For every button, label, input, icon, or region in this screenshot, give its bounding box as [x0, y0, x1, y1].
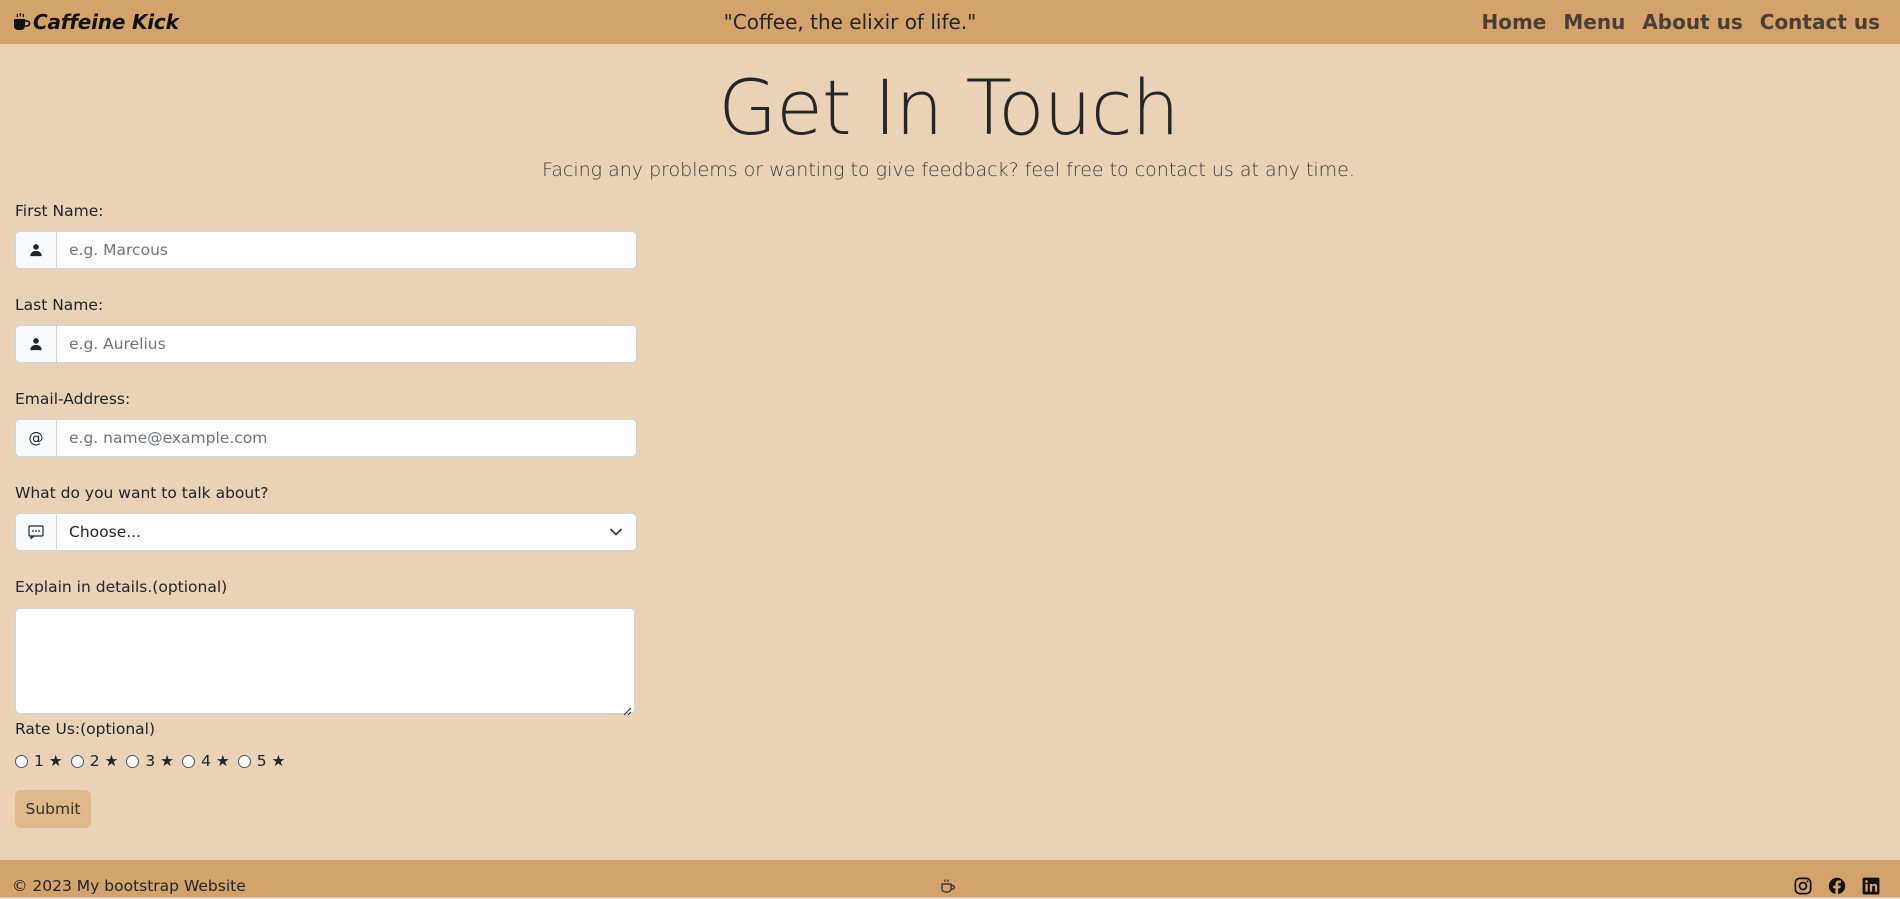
rating-option-label: 1 ★ — [34, 752, 63, 770]
linkedin-icon[interactable] — [1862, 877, 1880, 895]
email-label: Email-Address: — [15, 390, 131, 408]
page-subtitle: Facing any problems or wanting to give f… — [542, 159, 1355, 181]
instagram-icon[interactable] — [1794, 877, 1812, 895]
submit-button[interactable]: Submit — [15, 790, 91, 828]
copyright-text: © 2023 My bootstrap Website — [12, 877, 246, 895]
rating-option-2[interactable]: 2 ★ — [70, 752, 123, 770]
rating-option-label: 3 ★ — [145, 752, 175, 770]
last-name-input[interactable] — [57, 326, 636, 362]
person-icon — [16, 326, 57, 362]
nav-link-home[interactable]: Home — [1481, 10, 1546, 34]
email-group: @ — [15, 419, 637, 457]
nav-link-menu[interactable]: Menu — [1563, 10, 1625, 34]
topic-label: What do you want to talk about? — [15, 484, 269, 502]
nav-link-contact-us[interactable]: Contact us — [1760, 10, 1880, 34]
at-sign-text: @ — [28, 429, 44, 447]
topic-selected-value: Choose... — [69, 523, 142, 541]
rating-option-3[interactable]: 3 ★ — [126, 752, 178, 770]
social-links — [1794, 877, 1880, 895]
radio-button[interactable] — [237, 754, 251, 768]
nav-link-about-us[interactable]: About us — [1642, 10, 1742, 34]
rating-option-1[interactable]: 1 ★ — [15, 752, 67, 770]
at-sign-icon: @ — [16, 420, 57, 456]
rating-option-label: 5 ★ — [256, 752, 286, 770]
last-name-group — [15, 325, 637, 363]
rating-group: 1 ★ 2 ★ 3 ★ 4 ★ 5 ★ — [15, 752, 293, 770]
rating-option-5[interactable]: 5 ★ — [237, 752, 290, 770]
rating-label: Rate Us:(optional) — [15, 720, 156, 738]
top-navbar: Caffeine Kick "Coffee, the elixir of lif… — [0, 0, 1900, 44]
details-textarea[interactable] — [15, 608, 635, 716]
coffee-cup-icon — [940, 878, 956, 894]
chevron-down-icon — [596, 514, 636, 550]
rating-option-4[interactable]: 4 ★ — [182, 752, 234, 770]
radio-button[interactable] — [70, 754, 84, 768]
resize-handle-icon[interactable] — [622, 701, 632, 716]
first-name-label: First Name: — [15, 202, 104, 220]
email-input[interactable] — [57, 420, 636, 456]
tagline-quote: "Coffee, the elixir of life." — [723, 10, 977, 34]
page-title: Get In Touch — [718, 63, 1179, 152]
topic-select[interactable]: Choose... — [15, 513, 637, 551]
last-name-label: Last Name: — [15, 296, 104, 314]
first-name-group — [15, 231, 637, 269]
person-icon — [16, 232, 57, 268]
radio-button[interactable] — [182, 754, 196, 768]
footer: © 2023 My bootstrap Website — [0, 860, 1900, 897]
chat-dots-icon — [16, 514, 57, 550]
first-name-input[interactable] — [57, 232, 636, 268]
facebook-icon[interactable] — [1828, 877, 1846, 895]
nav-links: Home Menu About us Contact us — [1481, 0, 1880, 44]
details-label: Explain in details.(optional) — [15, 578, 228, 596]
radio-button[interactable] — [15, 754, 28, 768]
radio-button[interactable] — [126, 754, 140, 768]
rating-option-label: 2 ★ — [89, 752, 119, 770]
rating-option-label: 4 ★ — [201, 752, 230, 770]
